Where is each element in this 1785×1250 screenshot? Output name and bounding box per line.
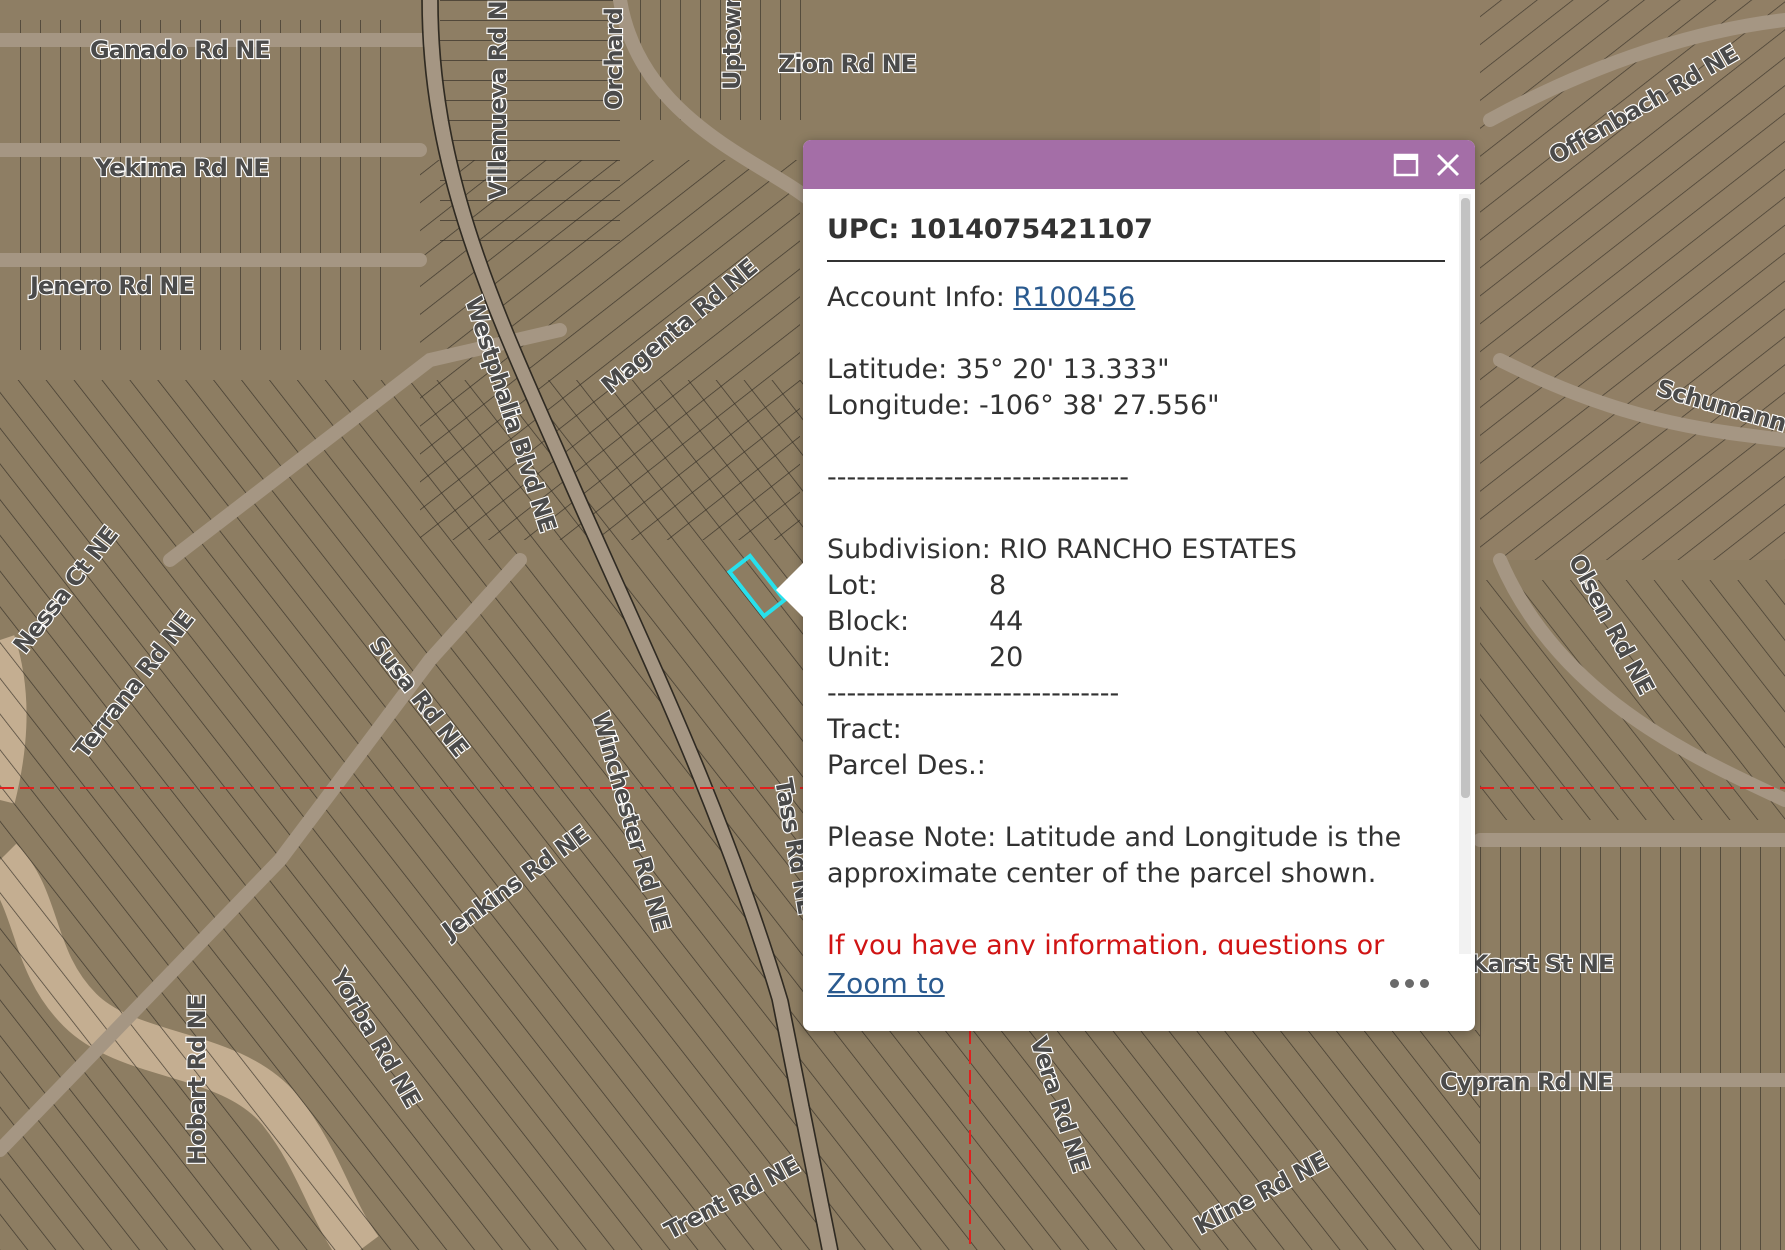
unit-label: Unit: [827,642,892,673]
separator: ------------------------------- [827,462,1130,493]
lot-row: Lot: 8 [827,568,1457,604]
popup-header [803,140,1475,189]
more-icon [1419,978,1429,988]
close-button[interactable] [1433,150,1463,180]
popup-pointer [776,562,804,618]
street-label: Yekima Rd NE [94,154,269,182]
parcel-grid [820,1030,1480,1250]
zoom-to-link[interactable]: Zoom to [827,967,945,1000]
popup-footer: Zoom to [803,955,1475,1031]
unit-row: Unit: 20 [827,640,1457,676]
close-icon [1436,153,1460,177]
street-label: Villanueva Rd NE [484,0,512,200]
block-row: Block: 44 [827,604,1457,640]
account-info-label: Account Info: [827,282,1014,313]
popup-scrollbar-thumb[interactable] [1461,198,1470,798]
street-label: Hobart Rd NE [183,995,211,1165]
street-label: Uptown [718,0,746,90]
subdivision-text: Subdivision: RIO RANCHO ESTATES [827,534,1297,565]
upc-title: UPC: 1014075421107 [827,212,1445,262]
longitude-text: Longitude: -106° 38' 27.556" [827,390,1220,421]
maximize-icon [1393,153,1419,177]
tract-label: Tract: [827,714,902,745]
more-actions-button[interactable] [1383,963,1435,1003]
lot-value: 8 [989,570,1007,601]
popup-content: UPC: 1014075421107 Account Info: R100456… [827,190,1457,955]
block-label: Block: [827,606,910,637]
account-info-row: Account Info: R100456 [827,280,1457,316]
coordinate-note: Please Note: Latitude and Longitude is t… [827,822,1402,889]
street-label: Orchard [600,8,628,110]
separator: ------------------------------ [827,678,1120,709]
parcel-grid [20,20,400,350]
contact-note: If you have any information, questions o… [827,930,1385,955]
parcel-grid [1470,840,1785,1250]
lot-label: Lot: [827,570,878,601]
parcel-info-popup: UPC: 1014075421107 Account Info: R100456… [776,140,1475,1031]
block-value: 44 [989,606,1024,637]
street-label: Cypran Rd NE [1440,1068,1612,1096]
maximize-button[interactable] [1391,150,1421,180]
latitude-text: Latitude: 35° 20' 13.333" [827,354,1170,385]
street-label: Karst St NE [1470,950,1613,978]
parcel-des-label: Parcel Des.: [827,750,986,781]
parcel-grid [1480,0,1785,560]
street-label: Jenero Rd NE [28,272,194,300]
more-icon [1389,978,1399,988]
more-icon [1404,978,1414,988]
street-label: Ganado Rd NE [90,36,270,64]
street-label: Zion Rd NE [778,50,916,78]
account-info-link[interactable]: R100456 [1013,282,1135,313]
unit-value: 20 [989,642,1024,673]
